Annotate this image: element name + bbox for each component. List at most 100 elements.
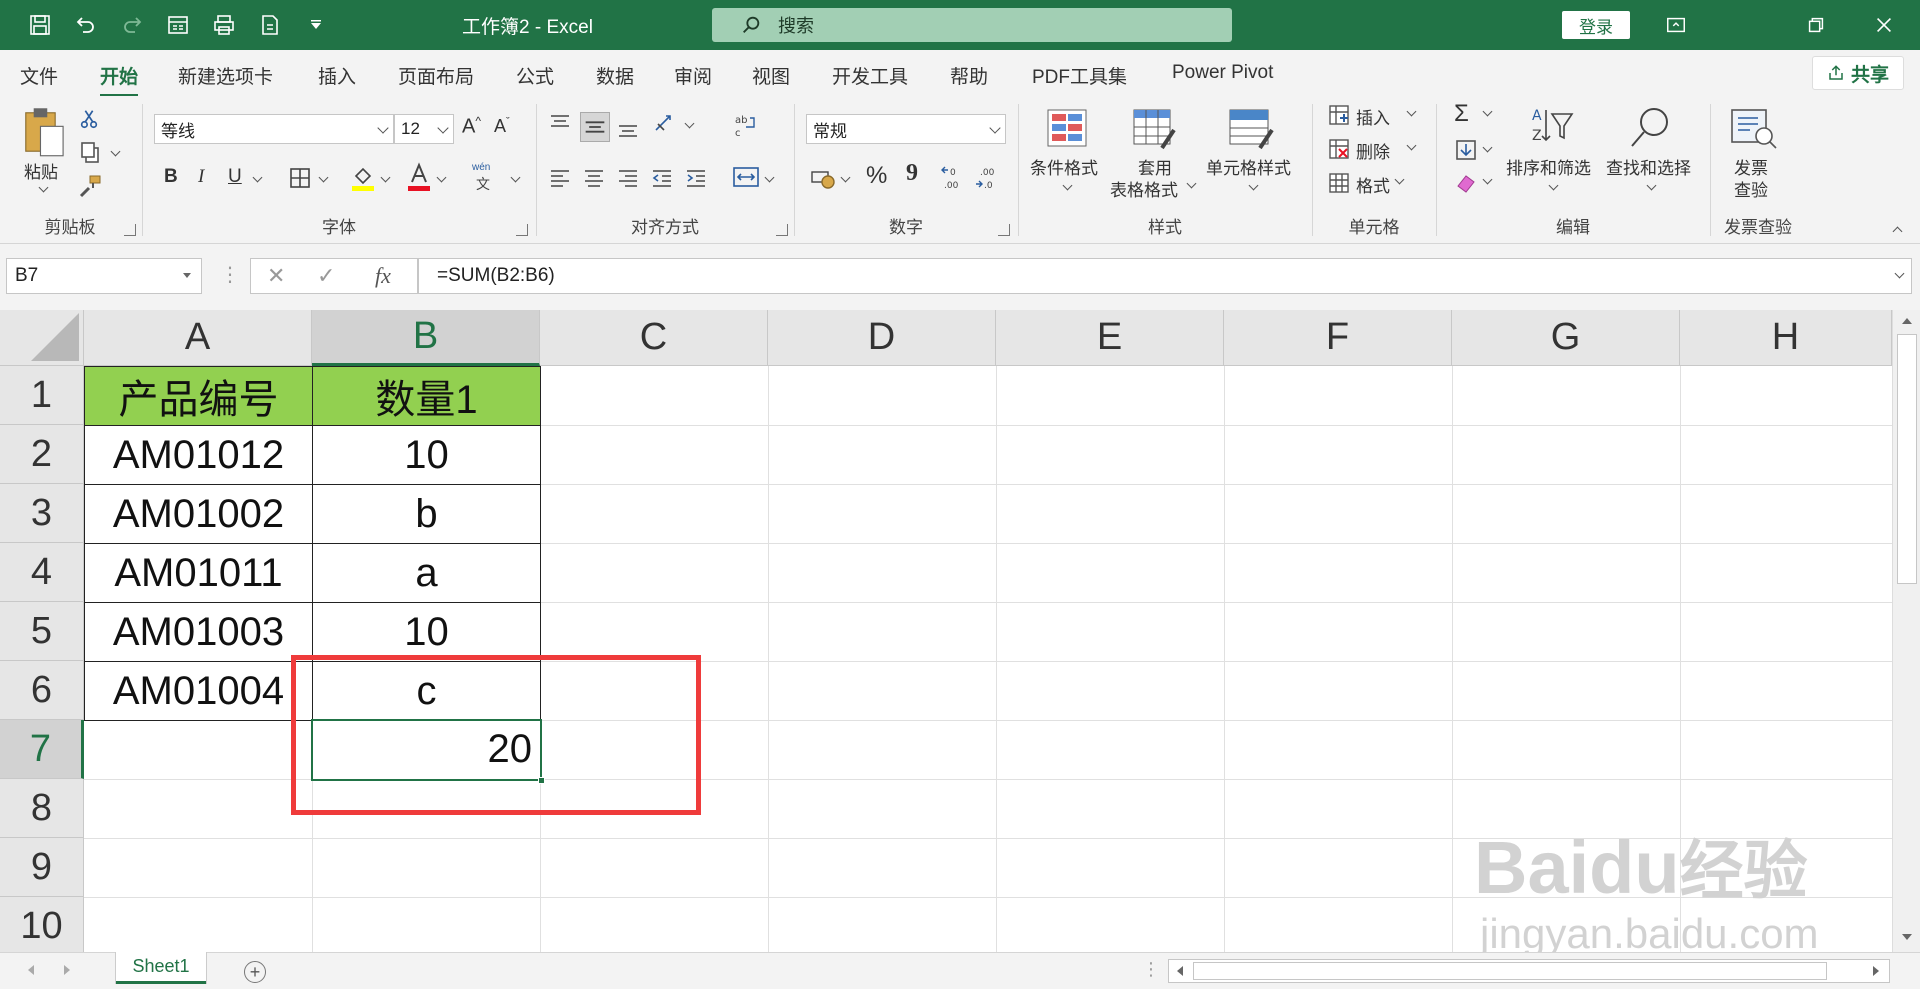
fill-dropdown-icon[interactable] — [1482, 142, 1493, 153]
orientation-icon[interactable] — [652, 110, 680, 138]
tab-formulas[interactable]: 公式 — [516, 62, 554, 89]
align-bottom-icon[interactable] — [616, 116, 640, 140]
scroll-tabs-left-icon[interactable] — [28, 965, 34, 975]
document-icon[interactable] — [252, 8, 288, 42]
tab-pdf-tools[interactable]: PDF工具集 — [1032, 62, 1127, 89]
font-launcher-icon[interactable] — [516, 224, 528, 236]
redo-icon[interactable] — [114, 8, 150, 42]
select-all-button[interactable] — [0, 310, 84, 366]
increase-decimal-icon[interactable]: 0.00 — [940, 164, 968, 192]
tab-file[interactable]: 文件 — [20, 62, 58, 89]
delete-dropdown-icon[interactable] — [1406, 140, 1417, 151]
invoice-check-icon[interactable] — [1728, 106, 1778, 152]
column-header-d[interactable]: D — [768, 310, 996, 366]
accounting-dropdown-icon[interactable] — [840, 172, 851, 183]
row-header-1[interactable]: 1 — [0, 366, 84, 425]
conditional-dropdown-icon[interactable] — [1062, 180, 1073, 191]
hscroll-left-icon[interactable] — [1177, 966, 1183, 976]
orientation-dropdown-icon[interactable] — [684, 118, 695, 129]
clear-icon[interactable] — [1454, 172, 1478, 194]
row-header-4[interactable]: 4 — [0, 543, 84, 602]
font-size-select[interactable]: 12 — [394, 114, 454, 144]
underline-dropdown-icon[interactable] — [252, 172, 263, 183]
comma-button[interactable]: 9 — [906, 160, 918, 187]
fill-color-dropdown-icon[interactable] — [380, 172, 391, 183]
delete-cells-label[interactable]: 删除 — [1356, 138, 1390, 163]
font-color-icon[interactable] — [406, 162, 432, 192]
cell-b2[interactable]: 10 — [312, 425, 541, 485]
row-header-7[interactable]: 7 — [0, 720, 84, 779]
font-name-select[interactable]: 等线 — [154, 114, 394, 144]
cell-a3[interactable]: AM01002 — [84, 484, 313, 544]
scroll-thumb[interactable] — [1897, 334, 1917, 584]
sort-dropdown-icon[interactable] — [1548, 180, 1559, 191]
print-preview-icon[interactable] — [206, 8, 242, 42]
format-as-table-icon[interactable] — [1132, 108, 1178, 152]
fill-icon[interactable] — [1454, 138, 1478, 162]
tab-page-layout[interactable]: 页面布局 — [398, 62, 474, 89]
tab-new[interactable]: 新建选项卡 — [178, 62, 273, 89]
conditional-format-label[interactable]: 条件格式 — [1030, 154, 1098, 179]
formula-input[interactable]: =SUM(B2:B6) — [418, 258, 1912, 294]
column-header-f[interactable]: F — [1224, 310, 1452, 366]
wrap-text-icon[interactable]: ab c — [732, 112, 758, 140]
merge-dropdown-icon[interactable] — [764, 172, 775, 183]
tab-split-grip-icon[interactable]: ⋮ — [1142, 959, 1160, 980]
cell-a4[interactable]: AM01011 — [84, 543, 313, 603]
find-select-icon[interactable] — [1626, 104, 1674, 150]
cell-styles-label[interactable]: 单元格样式 — [1206, 154, 1291, 179]
delete-cells-icon[interactable] — [1328, 138, 1350, 160]
sort-filter-label[interactable]: 排序和筛选 — [1506, 154, 1591, 179]
tab-power-pivot[interactable]: Power Pivot — [1172, 62, 1273, 84]
insert-cells-label[interactable]: 插入 — [1356, 104, 1390, 129]
merge-center-icon[interactable] — [732, 164, 760, 190]
percent-button[interactable]: % — [866, 162, 887, 190]
align-middle-icon[interactable] — [580, 112, 610, 142]
align-center-icon[interactable] — [582, 166, 606, 190]
row-header-8[interactable]: 8 — [0, 779, 84, 838]
format-painter-icon[interactable] — [78, 174, 102, 198]
column-header-h[interactable]: H — [1680, 310, 1892, 366]
cell-a2[interactable]: AM01012 — [84, 425, 313, 485]
horizontal-scrollbar[interactable] — [1168, 959, 1890, 983]
paste-dropdown-icon[interactable] — [38, 182, 49, 193]
paste-icon[interactable] — [22, 106, 68, 158]
format-cells-label[interactable]: 格式 — [1356, 172, 1390, 197]
add-sheet-button[interactable]: + — [244, 961, 266, 983]
clipboard-launcher-icon[interactable] — [124, 224, 136, 236]
tab-view[interactable]: 视图 — [752, 62, 790, 89]
bold-button[interactable]: B — [164, 166, 178, 188]
sheet-tab-sheet1[interactable]: Sheet1 — [116, 952, 206, 984]
increase-font-icon[interactable]: A^ — [462, 114, 481, 139]
name-box[interactable]: B7 — [6, 258, 202, 294]
decrease-decimal-icon[interactable]: .00.0 — [974, 164, 1002, 192]
copy-icon[interactable] — [78, 140, 102, 164]
cell-a1[interactable]: 产品编号 — [84, 366, 313, 426]
customize-qat-icon[interactable] — [298, 8, 334, 42]
scroll-tabs-right-icon[interactable] — [64, 965, 70, 975]
clear-dropdown-icon[interactable] — [1482, 174, 1493, 185]
search-box[interactable]: 搜索 — [712, 8, 1232, 42]
worksheet-grid[interactable]: A B C D E F G H 1 2 3 4 5 6 7 8 9 10 产品编… — [0, 310, 1892, 952]
align-left-icon[interactable] — [548, 166, 572, 190]
cell-styles-dropdown-icon[interactable] — [1248, 180, 1259, 191]
vertical-scrollbar[interactable] — [1892, 310, 1920, 952]
login-button[interactable]: 登录 — [1562, 11, 1630, 39]
cell-b3[interactable]: b — [312, 484, 541, 544]
sort-filter-icon[interactable]: AZ — [1528, 104, 1576, 150]
fill-color-icon[interactable] — [350, 164, 376, 192]
row-header-5[interactable]: 5 — [0, 602, 84, 661]
copy-dropdown-icon[interactable] — [110, 146, 121, 157]
align-top-icon[interactable] — [548, 112, 572, 136]
tab-developer[interactable]: 开发工具 — [832, 62, 908, 89]
cell-b4[interactable]: a — [312, 543, 541, 603]
scroll-up-icon[interactable] — [1902, 318, 1912, 324]
increase-indent-icon[interactable] — [684, 166, 708, 190]
phonetic-top[interactable]: wén — [472, 162, 490, 173]
format-cells-icon[interactable] — [1328, 172, 1350, 194]
row-header-10[interactable]: 10 — [0, 897, 84, 952]
format-table-label-2[interactable]: 表格格式 — [1110, 176, 1178, 201]
accounting-format-icon[interactable] — [810, 164, 836, 190]
scroll-down-icon[interactable] — [1902, 934, 1912, 940]
cell-a6[interactable]: AM01004 — [84, 661, 313, 721]
